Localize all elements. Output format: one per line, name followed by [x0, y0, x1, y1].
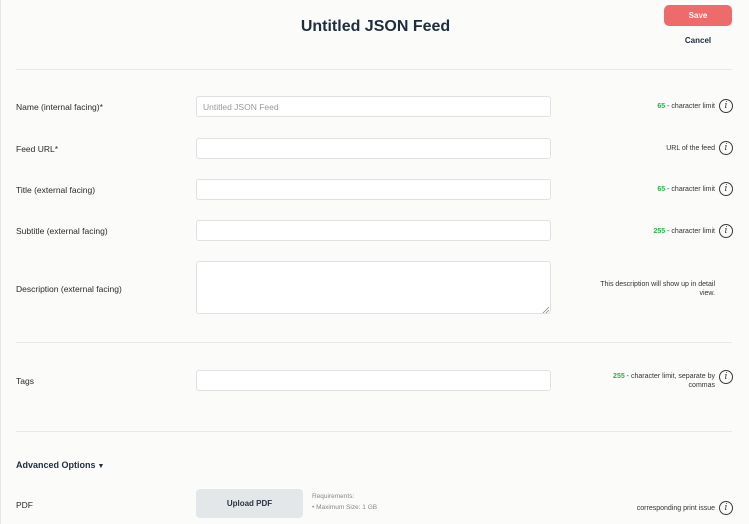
description-label: Description (external facing)	[16, 284, 122, 294]
advanced-options-toggle[interactable]: Advanced Options ▼	[16, 460, 104, 470]
page-title: Untitled JSON Feed	[300, 18, 451, 35]
tags-input[interactable]	[196, 370, 551, 391]
name-info-icon[interactable]: i	[719, 99, 733, 113]
title-hint: 65 - character limit	[657, 186, 715, 193]
subtitle-info-icon[interactable]: i	[719, 224, 733, 238]
description-textarea[interactable]	[196, 261, 551, 314]
upload-pdf-button[interactable]: Upload PDF	[196, 489, 303, 518]
tags-label: Tags	[16, 376, 34, 386]
tags-info-icon[interactable]: i	[719, 370, 733, 384]
resize-grip-icon[interactable]	[542, 306, 550, 314]
tags-char-limit: 255	[613, 373, 625, 380]
editor-panel: Untitled JSON Feed Save Cancel Name (int…	[0, 0, 749, 524]
name-hint: 65 - character limit	[657, 103, 715, 110]
title-input[interactable]	[196, 179, 551, 200]
caret-down-icon: ▼	[97, 463, 105, 470]
subtitle-char-limit: 255	[653, 228, 666, 235]
divider	[16, 69, 732, 70]
divider	[16, 431, 732, 432]
title-label: Title (external facing)	[16, 185, 96, 195]
cancel-button[interactable]: Cancel	[664, 36, 732, 45]
name-label: Name (internal facing)*	[16, 102, 103, 112]
name-input[interactable]	[196, 96, 551, 117]
subtitle-label: Subtitle (external facing)	[16, 226, 108, 236]
pdf-info-icon[interactable]: i	[719, 501, 733, 515]
pdf-label: PDF	[16, 500, 33, 510]
subtitle-hint: 255 - character limit	[653, 228, 715, 235]
save-button[interactable]: Save	[664, 5, 732, 26]
tags-hint: 255 - character limit, separate by comma…	[613, 373, 715, 389]
description-hint: This description will show up in detail …	[600, 281, 715, 297]
title-info-icon[interactable]: i	[719, 182, 733, 196]
pdf-hint: corresponding print issue	[636, 505, 715, 512]
feed-url-label: Feed URL*	[16, 144, 59, 154]
feed-url-input[interactable]	[196, 138, 551, 159]
feed-url-hint: URL of the feed	[666, 145, 715, 152]
pdf-requirements: Requirements: • Maximum Size: 1 GB	[312, 493, 378, 511]
feed-url-info-icon[interactable]: i	[719, 141, 733, 155]
divider	[16, 342, 732, 343]
subtitle-input[interactable]	[196, 220, 551, 241]
